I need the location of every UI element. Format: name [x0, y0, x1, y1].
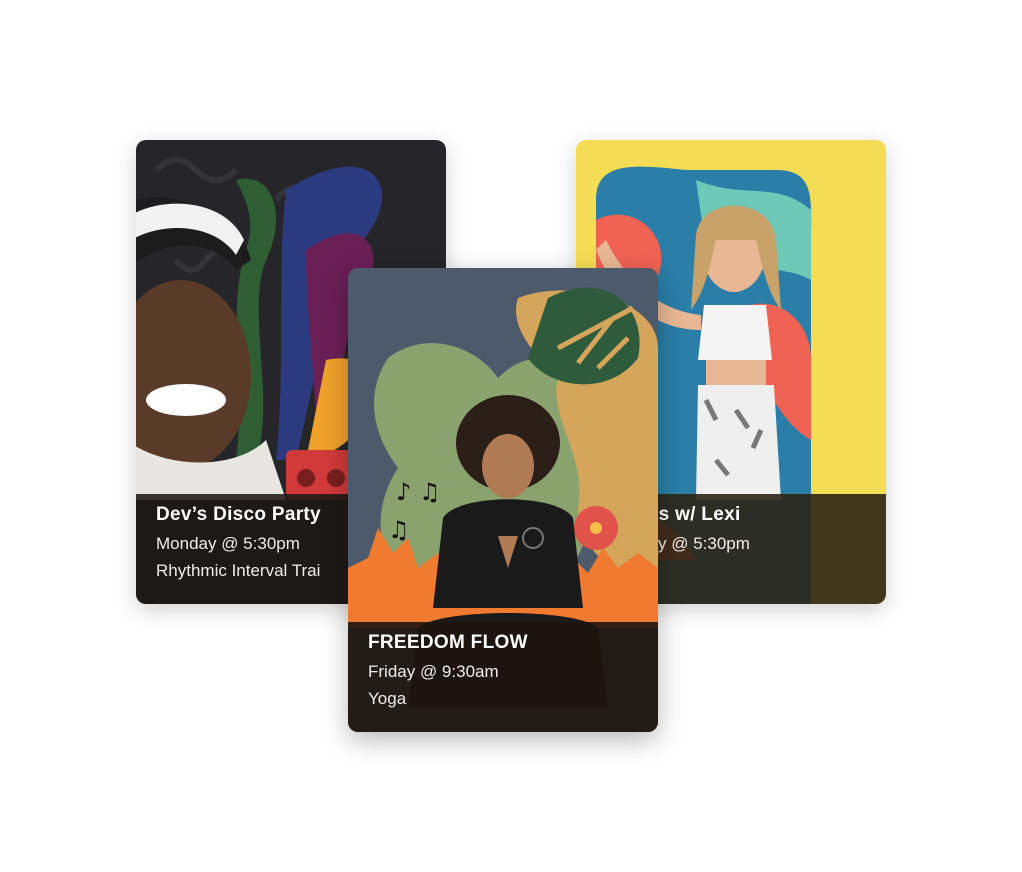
card-title: ts w/ Lexi: [652, 504, 741, 525]
svg-text:♫: ♫: [388, 516, 410, 544]
card-schedule: Friday @ 9:30am: [368, 662, 499, 681]
card-caption: FREEDOM FLOW Friday @ 9:30am Yoga: [348, 622, 658, 732]
card-title: FREEDOM FLOW: [368, 632, 528, 653]
class-card-freedom-flow[interactable]: ♪ ♫ ♫ FREEDOM FLOW Friday @ 9:30am Yoga: [348, 268, 658, 732]
svg-text:♪ ♫: ♪ ♫: [396, 478, 440, 506]
card-category: Yoga: [368, 689, 407, 708]
card-schedule: y @ 5:30pm: [658, 534, 750, 553]
